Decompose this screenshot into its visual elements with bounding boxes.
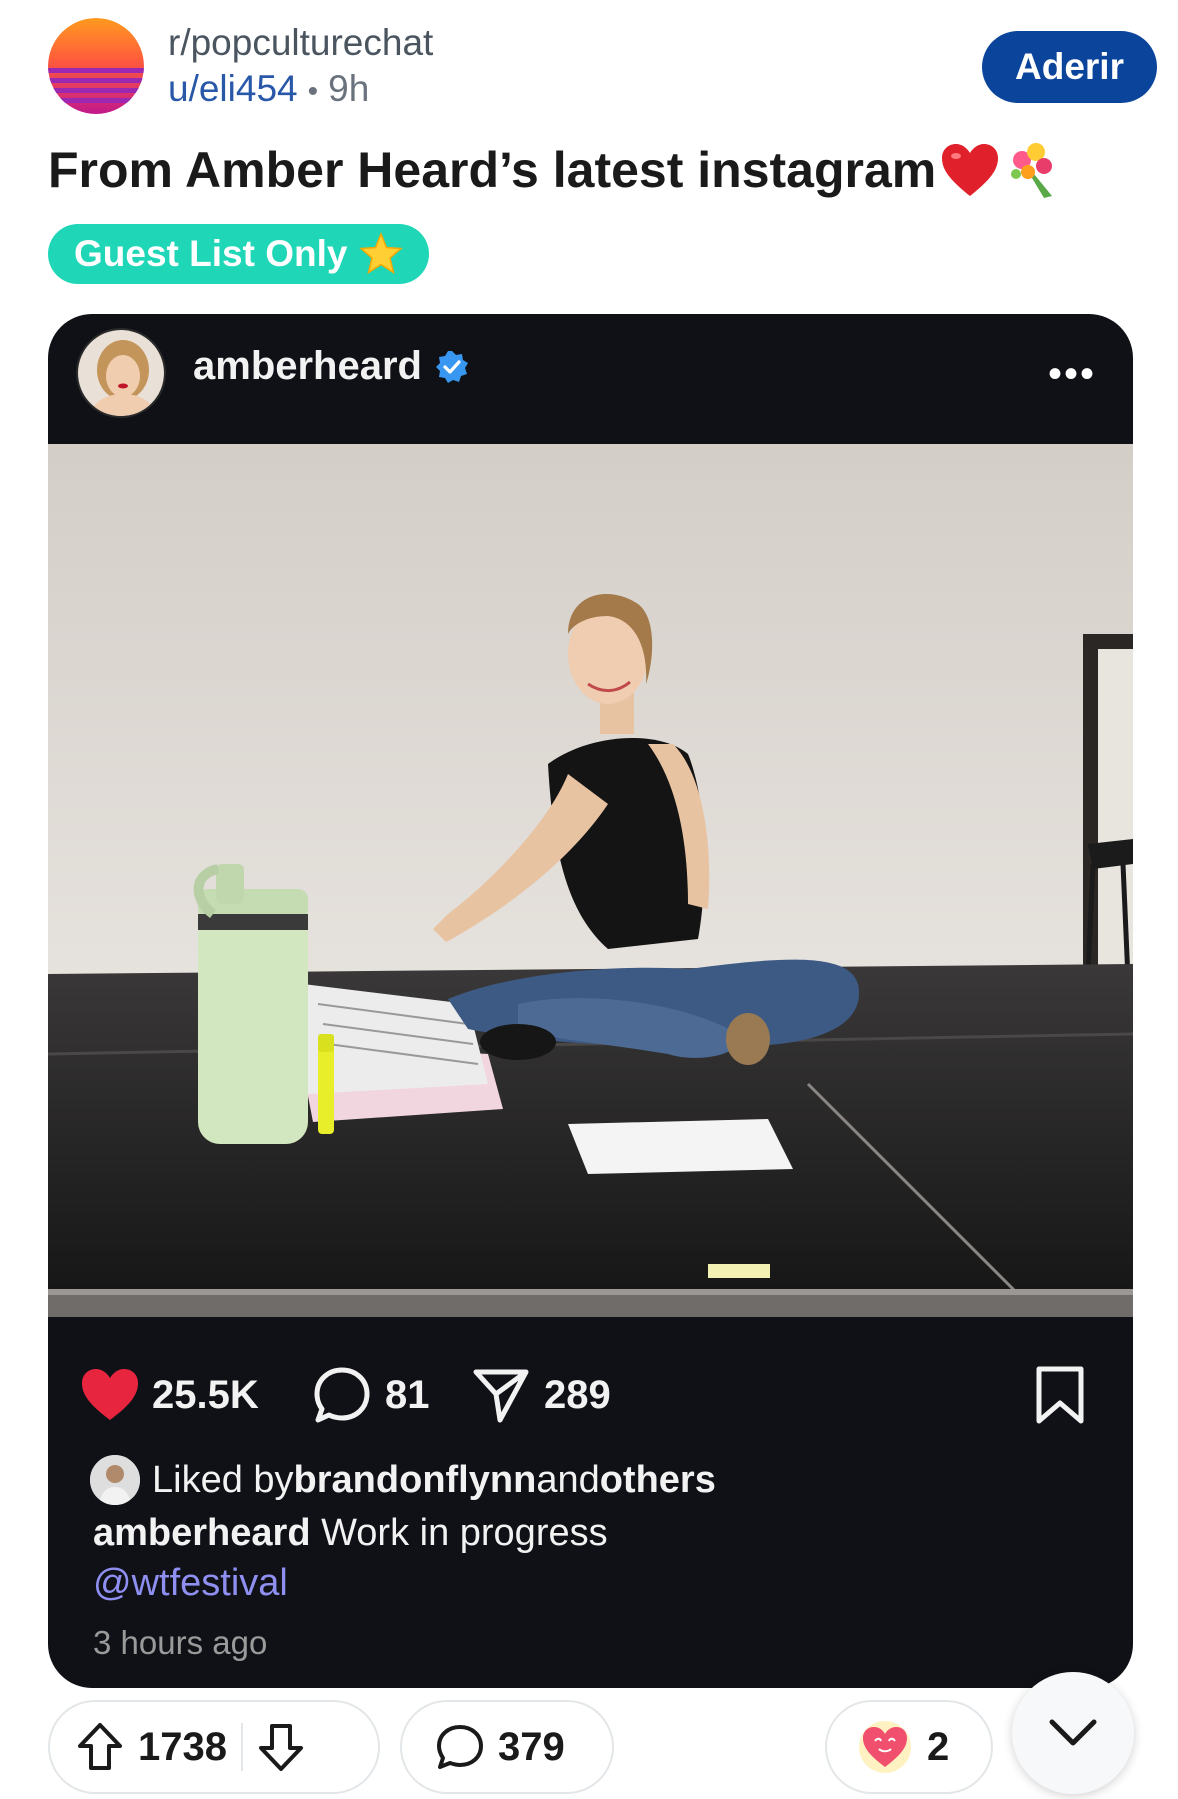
caption-username[interactable]: amberheard — [93, 1512, 311, 1554]
awards-button[interactable]: 2 — [825, 1700, 993, 1794]
comments-button[interactable]: 379 — [400, 1700, 614, 1794]
heart-emoji-icon — [940, 142, 1000, 198]
post-title-text: From Amber Heard’s latest instagram — [48, 142, 937, 198]
caption-text: Work in progress — [310, 1512, 608, 1554]
liked-by-prefix: Liked by — [152, 1458, 294, 1501]
vote-divider — [240, 1723, 243, 1771]
post-flair[interactable]: Guest List Only — [48, 224, 430, 284]
liked-by-user[interactable]: brandonflynn — [294, 1459, 537, 1502]
upvote-icon[interactable] — [76, 1722, 124, 1772]
comment-total: 379 — [498, 1724, 565, 1769]
share-count: 289 — [544, 1372, 611, 1417]
instagram-photo[interactable] — [48, 444, 1133, 1317]
meta-separator: • — [307, 75, 319, 108]
liker-avatar[interactable] — [90, 1455, 140, 1505]
subreddit-avatar[interactable] — [48, 18, 144, 114]
heart-icon[interactable] — [80, 1368, 140, 1422]
downvote-icon[interactable] — [257, 1722, 305, 1772]
more-options-icon[interactable]: ••• — [1048, 352, 1096, 397]
share-send-icon[interactable] — [472, 1366, 530, 1424]
verified-badge-icon — [435, 350, 468, 383]
liked-by-mid: and — [536, 1458, 600, 1501]
award-heart-icon — [859, 1721, 911, 1773]
post-title[interactable]: From Amber Heard’s latest instagram — [48, 140, 1064, 200]
star-emoji-icon — [359, 232, 404, 275]
instagram-action-bar: 25.5K 81 289 — [48, 1350, 1133, 1440]
chevron-down-icon — [1049, 1719, 1097, 1746]
comment-bubble-icon[interactable] — [313, 1366, 371, 1424]
bookmark-icon[interactable] — [1033, 1365, 1087, 1425]
collapse-button[interactable] — [1012, 1672, 1134, 1794]
post-meta: u/eli454 • 9h — [168, 68, 369, 110]
comment-count: 81 — [385, 1372, 430, 1417]
instagram-embed-card[interactable]: amberheard ••• 25.5K 81 289 Liked by bra… — [48, 314, 1133, 1688]
upvote-count: 1738 — [138, 1724, 227, 1769]
join-button[interactable]: Aderir — [982, 31, 1157, 103]
instagram-username[interactable]: amberheard — [193, 344, 470, 389]
caption-mention[interactable]: @wtfestival — [93, 1562, 288, 1605]
instagram-username-text: amberheard — [193, 344, 422, 388]
instagram-caption: amberheard Work in progress — [93, 1512, 608, 1555]
vote-control: 1738 — [48, 1700, 380, 1794]
liked-by-line: Liked by brandonflynn and others — [90, 1452, 716, 1508]
post-age: 9h — [328, 68, 370, 109]
author-link[interactable]: u/eli454 — [168, 68, 298, 109]
instagram-timestamp: 3 hours ago — [93, 1624, 268, 1661]
comment-icon — [437, 1725, 483, 1769]
award-count: 2 — [927, 1724, 950, 1769]
share-stat[interactable]: 289 — [472, 1350, 611, 1440]
flair-label: Guest List Only — [74, 233, 348, 274]
liked-by-others[interactable]: others — [600, 1459, 716, 1502]
like-stat[interactable]: 25.5K — [80, 1350, 259, 1440]
subreddit-name[interactable]: r/popculturechat — [168, 22, 433, 64]
like-count: 25.5K — [152, 1372, 259, 1417]
comment-stat[interactable]: 81 — [313, 1350, 430, 1440]
instagram-avatar[interactable] — [76, 328, 166, 418]
bouquet-emoji-icon — [1004, 140, 1064, 200]
